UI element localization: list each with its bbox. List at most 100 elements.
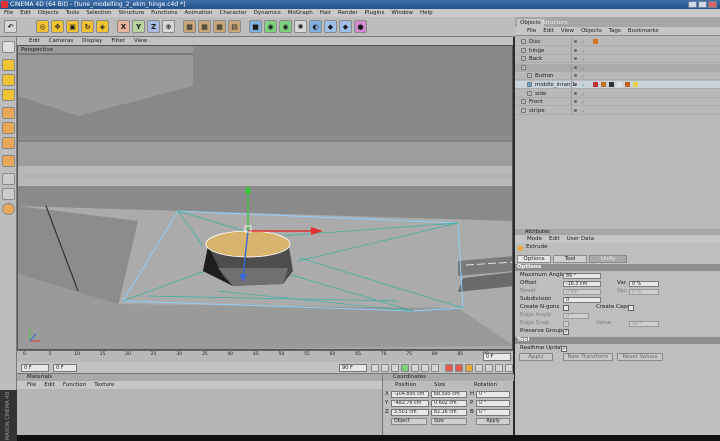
- max-angle-field[interactable]: 89 °: [563, 273, 601, 279]
- menu-plugins[interactable]: Plugins: [365, 9, 385, 17]
- size-z-field[interactable]: 82.16 cm: [431, 409, 467, 416]
- z-axis-icon[interactable]: Z: [147, 20, 160, 33]
- minimize-button[interactable]: [688, 1, 697, 8]
- current-frame-field[interactable]: 0 F: [21, 364, 49, 372]
- tab-tool[interactable]: Tool: [553, 255, 587, 263]
- edge-snap-checkbox[interactable]: [563, 321, 569, 327]
- apply-button[interactable]: Apply: [519, 353, 553, 361]
- phong-tag-icon[interactable]: [593, 82, 598, 87]
- position-key-icon[interactable]: [475, 364, 483, 372]
- menu-functions[interactable]: Functions: [151, 9, 177, 17]
- visibility-dot-icon[interactable]: [574, 100, 577, 104]
- locked-workplane-icon[interactable]: [2, 188, 15, 200]
- object-row[interactable]: Front ✓: [515, 98, 720, 107]
- object-row[interactable]: Disc ✓: [515, 38, 720, 46]
- visibility-dot-icon[interactable]: [574, 74, 577, 78]
- render-view-icon[interactable]: ▦: [183, 20, 196, 33]
- tab-structure[interactable]: Structure: [539, 19, 571, 27]
- materials-menu-file[interactable]: File: [27, 381, 36, 389]
- position-y-field[interactable]: -482.76 cm: [391, 400, 429, 407]
- tab-unify-settings[interactable]: Unify Settings: [589, 255, 627, 269]
- play-icon[interactable]: [401, 364, 409, 372]
- tab-options[interactable]: Options: [517, 255, 551, 263]
- create-caps-checkbox[interactable]: [628, 305, 634, 311]
- object-row[interactable]: stripe ✓: [515, 106, 720, 115]
- materials-menu-texture[interactable]: Texture: [94, 381, 114, 389]
- array-icon[interactable]: ◉: [279, 20, 292, 33]
- bevel-var-field[interactable]: 0 %: [629, 289, 659, 295]
- viewport-menu-cameras[interactable]: Cameras: [49, 37, 73, 45]
- visibility-dot-icon[interactable]: [574, 57, 577, 61]
- menu-objects[interactable]: Objects: [38, 9, 59, 17]
- menu-edit[interactable]: Edit: [20, 9, 31, 17]
- goto-end-icon[interactable]: [431, 364, 439, 372]
- camera-icon[interactable]: ●: [354, 20, 367, 33]
- attributes-menu-edit[interactable]: Edit: [549, 235, 560, 243]
- rotate-icon[interactable]: ↻: [81, 20, 94, 33]
- menu-animation[interactable]: Animation: [184, 9, 212, 17]
- goto-start-icon[interactable]: [371, 364, 379, 372]
- end-frame-field[interactable]: 90 F: [339, 364, 367, 372]
- keyframe-selection-icon[interactable]: [465, 364, 473, 372]
- coordinate-system-icon[interactable]: ⊕: [162, 20, 175, 33]
- menu-dynamics[interactable]: Dynamics: [254, 9, 281, 17]
- visibility-dot-icon[interactable]: [574, 83, 577, 86]
- visibility-dot-icon[interactable]: [574, 65, 577, 69]
- materials-menu-edit[interactable]: Edit: [44, 381, 55, 389]
- render-picture-viewer-icon[interactable]: ▦: [213, 20, 226, 33]
- attributes-menu-mode[interactable]: Mode: [527, 235, 542, 243]
- subdivision-field[interactable]: 0: [563, 297, 601, 303]
- prev-key-icon[interactable]: [381, 364, 389, 372]
- points-mode-icon[interactable]: [2, 107, 15, 119]
- menu-character[interactable]: Character: [219, 9, 246, 17]
- size-mode-select[interactable]: Size: [431, 418, 467, 425]
- rotation-key-icon[interactable]: [495, 364, 503, 372]
- object-row[interactable]: Button ✓: [515, 72, 720, 81]
- menu-selection[interactable]: Selection: [86, 9, 111, 17]
- materials-area[interactable]: [17, 389, 382, 441]
- start-frame-field[interactable]: 0 F: [53, 364, 77, 372]
- polygons-mode-icon[interactable]: [2, 137, 15, 149]
- position-x-field[interactable]: -104.895 cm: [391, 391, 429, 398]
- visibility-dot-icon[interactable]: [574, 48, 577, 52]
- texture-mode-icon[interactable]: [2, 74, 15, 86]
- rotation-p-field[interactable]: 0 °: [476, 400, 510, 407]
- attributes-menu-user-data[interactable]: User Data: [567, 235, 594, 243]
- objects-menu-tags[interactable]: Tags: [609, 27, 621, 35]
- viewport-menu-filter[interactable]: Filter: [111, 37, 125, 45]
- viewport-menu-view[interactable]: View: [134, 37, 147, 45]
- timeline-ruler[interactable]: 051015202530354045505560657075808590 0 F: [17, 350, 513, 362]
- size-y-field[interactable]: 0.602 cm: [431, 400, 467, 407]
- selection-tag-icon[interactable]: [609, 82, 614, 87]
- scale-icon[interactable]: ▣: [66, 20, 79, 33]
- y-axis-icon[interactable]: Y: [132, 20, 145, 33]
- menu-tools[interactable]: Tools: [66, 9, 80, 17]
- object-row[interactable]: side ✓: [515, 89, 720, 98]
- render-region-icon[interactable]: ▦: [198, 20, 211, 33]
- realtime-update-checkbox[interactable]: ✓: [561, 346, 567, 352]
- size-x-field[interactable]: 68.595 cm: [431, 391, 467, 398]
- object-row[interactable]: middle_inner.1 ✓: [515, 81, 720, 89]
- sculpt-icon[interactable]: [2, 203, 15, 215]
- move-icon[interactable]: ✥: [51, 20, 64, 33]
- record-icon[interactable]: [445, 364, 453, 372]
- objects-menu-file[interactable]: File: [527, 27, 536, 35]
- next-frame-icon[interactable]: [411, 364, 419, 372]
- prev-frame-icon[interactable]: [391, 364, 399, 372]
- visibility-dot-icon[interactable]: [574, 40, 577, 43]
- scene-icon[interactable]: ◆: [324, 20, 337, 33]
- deformer-icon[interactable]: ◐: [309, 20, 322, 33]
- autokey-icon[interactable]: [455, 364, 463, 372]
- objects-menu-objects[interactable]: Objects: [581, 27, 602, 35]
- menu-window[interactable]: Window: [391, 9, 413, 17]
- next-key-icon[interactable]: [421, 364, 429, 372]
- close-button[interactable]: [708, 1, 717, 8]
- object-row[interactable]: ✓: [515, 63, 720, 72]
- nurbs-icon[interactable]: ◉: [264, 20, 277, 33]
- timeline-menu-icon[interactable]: [505, 364, 513, 372]
- recent-tool-icon[interactable]: ◈: [96, 20, 109, 33]
- object-row[interactable]: Back ✓: [515, 55, 720, 64]
- cube-icon[interactable]: ■: [249, 20, 262, 33]
- warning-tag-icon[interactable]: [601, 82, 606, 87]
- rotation-b-field[interactable]: 0 °: [476, 409, 510, 416]
